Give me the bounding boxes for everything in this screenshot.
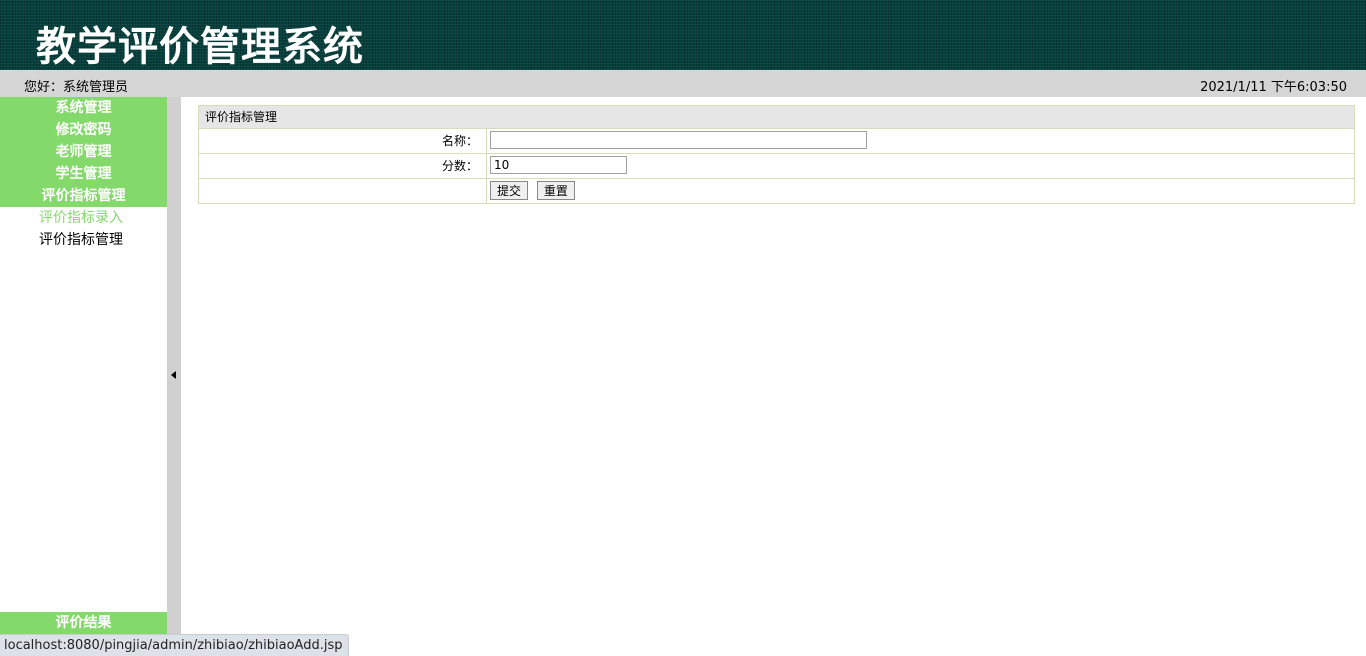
form-row-score: 分数： [199, 154, 1354, 179]
status-bar-url: localhost:8080/pingjia/admin/zhibiao/zhi… [0, 634, 350, 656]
header-banner: 教学评价管理系统 [0, 0, 1366, 70]
reset-button[interactable]: 重置 [536, 181, 575, 200]
sidebar: 系统管理 修改密码 老师管理 学生管理 评价指标管理 评价指标录入 评价指标管理… [0, 97, 167, 655]
form-row-name: 名称： [199, 129, 1354, 154]
name-label: 名称： [441, 134, 478, 148]
menu-student-management[interactable]: 学生管理 [0, 163, 167, 185]
menu-change-password[interactable]: 修改密码 [0, 119, 167, 141]
form-row-actions: 提交 重置 [199, 179, 1354, 203]
submit-button[interactable]: 提交 [490, 181, 529, 200]
score-label: 分数： [441, 159, 478, 173]
score-input[interactable] [490, 156, 627, 174]
menu-system-management[interactable]: 系统管理 [0, 97, 167, 119]
info-bar: 您好：系统管理员 2021/1/11 下午6:03:50 [0, 70, 1366, 97]
sidebar-splitter[interactable] [167, 97, 181, 655]
indicator-form-panel: 评价指标管理 名称： 分数： 提交 重置 [198, 105, 1355, 204]
panel-title: 评价指标管理 [199, 106, 1354, 129]
submenu-indicator-add[interactable]: 评价指标录入 [0, 207, 167, 229]
user-greeting: 您好：系统管理员 [24, 80, 129, 95]
app-title: 教学评价管理系统 [36, 24, 364, 70]
submenu-indicator-manage[interactable]: 评价指标管理 [0, 229, 167, 251]
name-input[interactable] [490, 131, 867, 149]
current-datetime: 2021/1/11 下午6:03:50 [1200, 80, 1347, 95]
menu-indicator-management[interactable]: 评价指标管理 [0, 185, 167, 207]
collapse-arrow-icon[interactable] [171, 371, 176, 379]
menu-evaluation-results[interactable]: 评价结果 [0, 612, 167, 634]
menu-teacher-management[interactable]: 老师管理 [0, 141, 167, 163]
